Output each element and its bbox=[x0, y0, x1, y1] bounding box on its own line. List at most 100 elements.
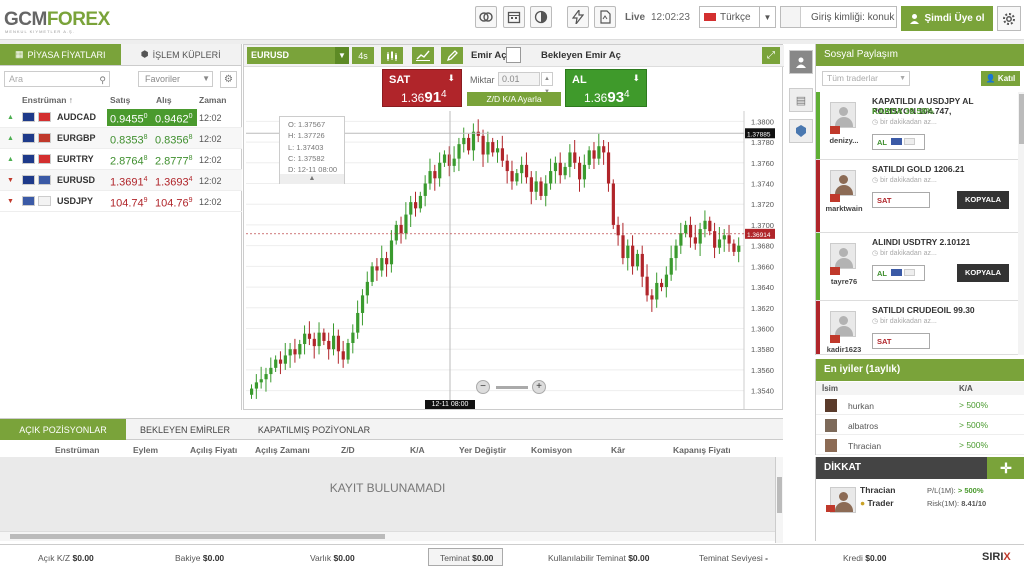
candle bbox=[346, 343, 350, 360]
username[interactable]: tayre76 bbox=[818, 277, 870, 286]
social-title: Sosyal Paylaşım bbox=[816, 44, 1024, 66]
user-icon: 👤 bbox=[985, 74, 996, 83]
top-trader-row[interactable]: albatros > 500% bbox=[816, 416, 1024, 435]
signup-button[interactable]: Şimdi Üye ol bbox=[901, 6, 993, 31]
expand-icon[interactable]: ✛ bbox=[987, 457, 1024, 479]
login-checkbox[interactable] bbox=[781, 7, 801, 27]
ask-price[interactable]: 0.83568 bbox=[153, 130, 197, 147]
timeframe-button[interactable]: 4s bbox=[352, 47, 374, 64]
chart-panel: EURUSD ▼ 4s Emir Aç Bekleyen Emir Aç ⤢ S… bbox=[243, 44, 784, 410]
join-button[interactable]: 👤 Katıl bbox=[981, 71, 1020, 86]
tab-trade-baskets[interactable]: ⬢ İŞLEM KÜPLERİ bbox=[120, 44, 241, 66]
ask-price[interactable]: 2.87778 bbox=[153, 151, 197, 168]
username[interactable]: kadir1623 bbox=[818, 345, 870, 354]
trader-filter-select[interactable]: Tüm traderlar ▼ bbox=[822, 71, 910, 86]
stepper-icon[interactable]: ▲▼ bbox=[541, 72, 553, 95]
candle bbox=[529, 177, 533, 192]
ask-price[interactable]: 0.94620 bbox=[153, 109, 197, 126]
draw-pencil-icon[interactable] bbox=[441, 47, 463, 64]
top-trader-row[interactable]: hurkan > 500% bbox=[816, 396, 1024, 415]
theme-toggle-icon[interactable] bbox=[530, 6, 552, 28]
symbol-select[interactable]: EURUSD ▼ bbox=[247, 47, 349, 64]
order-mode-toggle[interactable] bbox=[506, 47, 521, 63]
calendar-icon[interactable] bbox=[503, 6, 525, 28]
ask-price[interactable]: 1.36934 bbox=[153, 172, 197, 189]
copy-button[interactable]: KOPYALA bbox=[957, 191, 1009, 209]
quote-row[interactable]: ▼ EURUSD 1.36914 1.36934 12:02 bbox=[0, 170, 242, 191]
bid-price[interactable]: 0.94550 bbox=[107, 109, 153, 126]
account-footer: Açık K/Z $0.00 Bakiye $0.00 Varlık $0.00 Te… bbox=[0, 544, 1024, 569]
candle bbox=[264, 374, 268, 380]
list-settings-gear-icon[interactable]: ⚙ bbox=[220, 71, 237, 88]
col-header: Kâr bbox=[611, 445, 626, 455]
col-instrument[interactable]: Enstrüman ↑ bbox=[22, 95, 73, 105]
search-input[interactable]: Ara ⚲ bbox=[4, 71, 110, 87]
bid-price[interactable]: 104.749 bbox=[107, 193, 153, 210]
zoom-in-icon[interactable]: + bbox=[532, 380, 546, 394]
flag-icon bbox=[38, 175, 51, 185]
quote-time: 12:02 bbox=[199, 155, 222, 165]
search-icon: ⚲ bbox=[99, 75, 106, 85]
zoom-slider[interactable] bbox=[496, 386, 528, 389]
quote-row[interactable]: ▲ EURTRY 2.87648 2.87778 12:02 bbox=[0, 149, 242, 170]
bid-price[interactable]: 2.87648 bbox=[107, 151, 153, 168]
amount-input[interactable]: 0.01 ▲▼ bbox=[498, 72, 553, 95]
indicators-icon[interactable] bbox=[412, 47, 434, 64]
candle-type-icon[interactable] bbox=[381, 47, 403, 64]
tab-market-prices[interactable]: ▦ PİYASA FİYATLARI bbox=[0, 44, 121, 66]
collapse-icon[interactable]: ▲ bbox=[280, 174, 344, 184]
candle bbox=[655, 282, 659, 300]
favorites-select[interactable]: Favoriler ▼ bbox=[138, 71, 213, 87]
col-header: K/A bbox=[410, 445, 425, 455]
social-post[interactable]: kadir1623 SATILDI CRUDEOIL 99.30 ◷ bir dak… bbox=[816, 301, 1018, 355]
bid-price[interactable]: 0.83538 bbox=[107, 130, 153, 147]
quote-row[interactable]: ▼ USDJPY 104.749 104.769 12:02 bbox=[0, 191, 242, 212]
language-select[interactable]: Türkçe ▼ bbox=[699, 6, 776, 28]
login-field[interactable]: Giriş kimliği: konuk bbox=[780, 6, 897, 28]
lightning-icon[interactable] bbox=[567, 6, 589, 28]
quote-row[interactable]: ▲ EURGBP 0.83538 0.83568 12:02 bbox=[0, 128, 242, 149]
turkey-flag-icon bbox=[826, 505, 835, 512]
copy-button[interactable]: KOPYALA bbox=[957, 264, 1009, 282]
buy-button[interactable]: AL ⬇ 1.36934 bbox=[565, 69, 647, 107]
candle bbox=[418, 195, 423, 209]
news-icon[interactable]: ▤ bbox=[789, 88, 813, 112]
tab-closed-positions[interactable]: KAPATILMIŞ POZİYONLAR bbox=[244, 419, 384, 440]
set-sl-tp-button[interactable]: Z/D K/A Ayarla bbox=[467, 92, 561, 106]
bid-price[interactable]: 1.36914 bbox=[107, 172, 153, 189]
username[interactable]: marktwain bbox=[818, 204, 870, 213]
trader-name[interactable]: Thracian bbox=[860, 485, 895, 495]
candle bbox=[534, 181, 538, 192]
vertical-scrollbar[interactable] bbox=[775, 457, 783, 543]
badge-icon[interactable] bbox=[789, 119, 813, 143]
top-traders-header: İsim K/A bbox=[816, 382, 1024, 395]
pending-order-label[interactable]: Bekleyen Emir Aç bbox=[541, 50, 621, 61]
document-icon[interactable] bbox=[594, 6, 616, 28]
ask-price[interactable]: 104.769 bbox=[153, 193, 197, 210]
social-post[interactable]: tayre76 ALINDI USDTRY 2.10121 ◷ bir dakika… bbox=[816, 233, 1018, 301]
horizontal-scrollbar[interactable] bbox=[0, 531, 775, 541]
candle bbox=[679, 233, 683, 246]
sell-button[interactable]: SAT ⬇ 1.36914 bbox=[382, 69, 462, 107]
social-post[interactable]: marktwain SATILDI GOLD 1206.21 ◷ bir dakik… bbox=[816, 160, 1018, 233]
username[interactable]: denizy... bbox=[818, 136, 870, 145]
symbol: AUDCAD bbox=[57, 112, 96, 122]
social-post[interactable]: denizy... KAPATILDI A USDJPY AL POZISYON … bbox=[816, 92, 1018, 160]
quote-row[interactable]: ▲ AUDCAD 0.94550 0.94620 12:02 bbox=[0, 107, 242, 128]
turkey-flag-icon bbox=[830, 126, 840, 134]
top-trader-row[interactable]: Thracian > 500% bbox=[816, 436, 1024, 455]
social-user-icon[interactable] bbox=[789, 50, 813, 74]
currency-exchange-icon[interactable] bbox=[475, 6, 497, 28]
candle bbox=[664, 274, 669, 288]
tab-open-positions[interactable]: AÇIK POZİSYONLAR bbox=[0, 419, 126, 440]
settings-gear-icon[interactable] bbox=[997, 6, 1021, 31]
candle bbox=[399, 224, 403, 234]
crosshair-time-label: 12-11 08:00 bbox=[425, 400, 475, 409]
buy-tag: AL bbox=[872, 134, 925, 150]
tab-pending-orders[interactable]: BEKLEYEN EMİRLER bbox=[126, 419, 244, 440]
fullscreen-icon[interactable]: ⤢ bbox=[762, 47, 780, 64]
col-header: Açılış Fiyatı bbox=[190, 445, 238, 455]
flag-icon bbox=[22, 154, 35, 164]
social-scrollbar[interactable] bbox=[1018, 92, 1024, 355]
zoom-out-icon[interactable]: − bbox=[476, 380, 490, 394]
